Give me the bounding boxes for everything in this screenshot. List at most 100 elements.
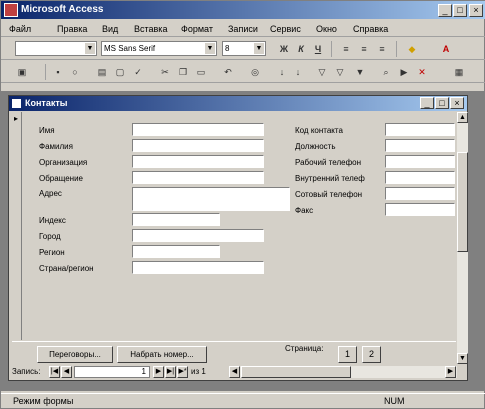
- horizontal-scrollbar[interactable]: ◀ ▶: [229, 366, 457, 378]
- scroll-left-icon[interactable]: ◀: [229, 366, 240, 378]
- scroll-right-icon[interactable]: ▶: [445, 366, 456, 378]
- horizontal-scroll-thumb[interactable]: [241, 366, 351, 378]
- mobile-phone-field[interactable]: [385, 187, 455, 200]
- form-icon: [12, 99, 21, 108]
- form-view-toolbar: ▣ ▪ ○ ▤ ▢ ✓ ✂ ❐ ▭ ↶ ◎ ↓ ↓ ▽ ▽ ▼ ⌕ ▶ ✕ ▦: [1, 61, 485, 83]
- filter-by-form-icon[interactable]: ▽: [333, 65, 347, 79]
- insert-hyperlink-icon[interactable]: ◎: [248, 65, 262, 79]
- fill-color-icon[interactable]: ◆: [405, 42, 419, 56]
- scroll-thumb[interactable]: [457, 152, 468, 252]
- sort-ascending-icon[interactable]: ↓: [275, 65, 289, 79]
- record-number-field[interactable]: 1: [74, 366, 150, 378]
- close-button[interactable]: ×: [469, 4, 483, 17]
- form-maximize-button[interactable]: □: [435, 97, 449, 109]
- cut-icon[interactable]: ✂: [158, 65, 172, 79]
- align-center-icon[interactable]: ≡: [357, 42, 371, 56]
- vertical-scrollbar[interactable]: ▲ ▼: [457, 112, 468, 364]
- postal-code-field[interactable]: [132, 213, 220, 226]
- region-field[interactable]: [132, 245, 220, 258]
- access-window: Microsoft Access _ □ × Файл Правка Вид В…: [0, 0, 485, 409]
- menu-window[interactable]: Окно: [316, 24, 337, 34]
- font-size-combo[interactable]: 8 ▼: [222, 41, 266, 56]
- delete-record-icon[interactable]: ✕: [415, 65, 429, 79]
- save-icon[interactable]: ▪: [51, 65, 65, 79]
- new-record-nav-icon[interactable]: ▶*: [177, 366, 188, 378]
- record-selector[interactable]: ▸: [12, 112, 22, 340]
- scroll-down-icon[interactable]: ▼: [457, 353, 468, 364]
- form-minimize-button[interactable]: _: [420, 97, 434, 109]
- app-title: Microsoft Access: [21, 4, 104, 15]
- address-field[interactable]: [132, 187, 290, 211]
- fax-field[interactable]: [385, 203, 455, 216]
- menu-insert[interactable]: Вставка: [134, 24, 167, 34]
- menu-file[interactable]: Файл: [9, 24, 31, 34]
- sort-descending-icon[interactable]: ↓: [291, 65, 305, 79]
- extension-field[interactable]: [385, 171, 455, 184]
- label-mobile-phone: Сотовый телефон: [295, 190, 363, 199]
- page-2-button[interactable]: 2: [362, 346, 381, 363]
- form-title-bar: Контакты _ □ ×: [9, 96, 467, 111]
- first-name-field[interactable]: [132, 123, 264, 136]
- menu-records[interactable]: Записи: [228, 24, 258, 34]
- menu-view[interactable]: Вид: [102, 24, 118, 34]
- dial-button[interactable]: Набрать номер...: [117, 346, 207, 363]
- label-job-title: Должность: [295, 142, 336, 151]
- salutation-field[interactable]: [132, 171, 264, 184]
- access-logo-icon: [4, 3, 18, 17]
- scroll-up-icon[interactable]: ▲: [457, 112, 468, 123]
- previous-record-icon[interactable]: ◀: [61, 366, 72, 378]
- page-label: Страница:: [285, 344, 324, 353]
- contacts-form: Контакты _ □ × ▸ Имя Фамилия Организация…: [8, 95, 468, 381]
- spelling-icon[interactable]: ✓: [131, 65, 145, 79]
- calls-button[interactable]: Переговоры...: [37, 346, 113, 363]
- country-field[interactable]: [132, 261, 264, 274]
- font-color-button[interactable]: A: [439, 42, 453, 56]
- undo-icon[interactable]: ↶: [221, 65, 235, 79]
- first-record-icon[interactable]: |◀: [49, 366, 60, 378]
- organization-field[interactable]: [132, 155, 264, 168]
- font-combo[interactable]: MS Sans Serif ▼: [101, 41, 217, 56]
- last-name-field[interactable]: [132, 139, 264, 152]
- record-count: из 1: [191, 367, 206, 376]
- restore-button[interactable]: □: [453, 4, 467, 17]
- page-1-button[interactable]: 1: [338, 346, 357, 363]
- align-left-icon[interactable]: ≡: [339, 42, 353, 56]
- italic-button[interactable]: К: [294, 42, 308, 56]
- paste-icon[interactable]: ▭: [194, 65, 208, 79]
- contact-id-field[interactable]: [385, 123, 455, 136]
- menu-edit[interactable]: Правка: [57, 24, 87, 34]
- label-work-phone: Рабочий телефон: [295, 158, 362, 167]
- menu-tools[interactable]: Сервис: [270, 24, 301, 34]
- print-icon[interactable]: ▤: [95, 65, 109, 79]
- view-icon[interactable]: ▣: [15, 65, 29, 79]
- work-phone-field[interactable]: [385, 155, 455, 168]
- next-record-icon[interactable]: ▶: [153, 366, 164, 378]
- object-combo[interactable]: ▼: [15, 41, 97, 56]
- database-window-icon[interactable]: ▦: [452, 65, 466, 79]
- find-icon[interactable]: ⌕: [379, 65, 393, 79]
- print-preview-icon[interactable]: ▢: [113, 65, 127, 79]
- underline-button[interactable]: Ч: [311, 42, 325, 56]
- city-field[interactable]: [132, 229, 264, 242]
- current-record-icon: ▸: [14, 114, 19, 123]
- title-bar: Microsoft Access _ □ ×: [1, 1, 485, 19]
- form-title: Контакты: [25, 98, 68, 108]
- filter-by-selection-icon[interactable]: ▽: [315, 65, 329, 79]
- align-right-icon[interactable]: ≡: [375, 42, 389, 56]
- form-close-button[interactable]: ×: [450, 97, 464, 109]
- new-record-icon[interactable]: ▶: [397, 65, 411, 79]
- apply-filter-icon[interactable]: ▼: [353, 65, 367, 79]
- job-title-field[interactable]: [385, 139, 455, 152]
- label-country: Страна/регион: [39, 264, 94, 273]
- status-bar: Режим формы NUM: [1, 393, 485, 409]
- menu-format[interactable]: Формат: [181, 24, 213, 34]
- copy-icon[interactable]: ❐: [176, 65, 190, 79]
- record-navigation-bar: Запись: |◀ ◀ 1 ▶ ▶| ▶* из 1 ◀ ▶: [9, 366, 467, 380]
- label-city: Город: [39, 232, 61, 241]
- form-footer: Переговоры... Набрать номер... Страница:…: [12, 341, 456, 364]
- last-record-icon[interactable]: ▶|: [165, 366, 176, 378]
- search-icon[interactable]: ○: [68, 65, 82, 79]
- menu-help[interactable]: Справка: [353, 24, 388, 34]
- minimize-button[interactable]: _: [438, 4, 452, 17]
- bold-button[interactable]: Ж: [277, 42, 291, 56]
